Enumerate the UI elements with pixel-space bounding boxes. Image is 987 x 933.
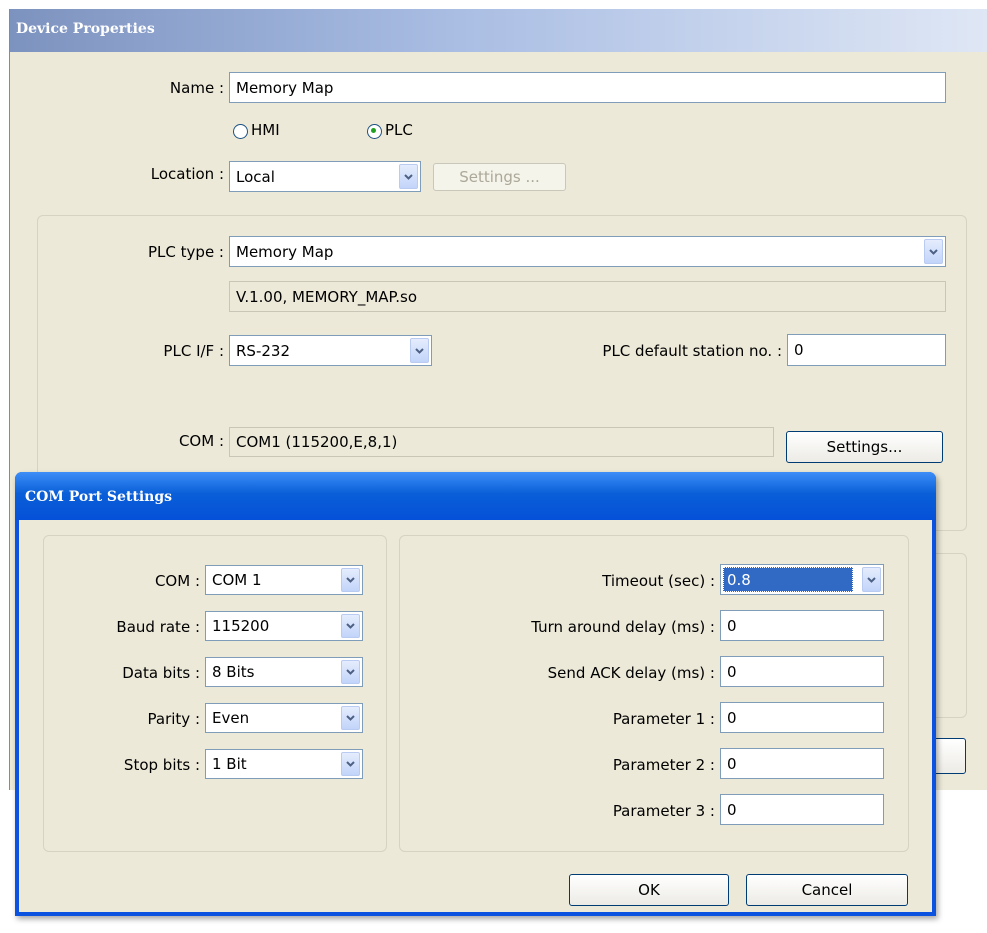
location-settings-button[interactable]: Settings ... [433,163,566,191]
stop-bits-label: Stop bits : [123,756,200,774]
turnaround-delay-label: Turn around delay (ms) : [531,618,715,636]
plc-type-select[interactable]: Memory Map [229,236,946,267]
parity-label: Parity : [147,710,200,728]
turnaround-delay-input[interactable]: 0 [720,610,884,641]
location-select-value: Local [236,167,275,186]
name-input-value: Memory Map [236,78,334,97]
chevron-down-icon [399,164,418,189]
stop-bits-select-value: 1 Bit [212,755,247,773]
com-settings-button[interactable]: Settings... [786,431,943,463]
plc-radio-circle [367,124,382,139]
baud-rate-select[interactable]: 115200 [205,611,363,641]
hmi-radio-circle [233,124,248,139]
parameter-1-input[interactable]: 0 [720,702,884,733]
station-input[interactable]: 0 [787,334,946,366]
turnaround-delay-value: 0 [727,616,737,635]
name-input[interactable]: Memory Map [229,72,946,103]
chevron-down-icon [862,567,881,592]
hmi-radio[interactable]: HMI [233,121,313,141]
station-label: PLC default station no. : [602,342,782,360]
parameter-2-label: Parameter 2 : [612,756,715,774]
chevron-down-icon [410,338,429,363]
send-ack-delay-label: Send ACK delay (ms) : [547,664,715,682]
cancel-button[interactable]: Cancel [746,874,908,906]
device-properties-titlebar: Device Properties [10,9,987,52]
chevron-down-icon [341,752,360,776]
ok-button[interactable]: OK [569,874,729,906]
chevron-down-icon [341,706,360,730]
parameter-3-value: 0 [727,800,737,819]
plc-type-label: PLC type : [148,243,224,261]
plc-if-select[interactable]: RS-232 [229,335,432,366]
parameter-3-label: Parameter 3 : [612,802,715,820]
send-ack-delay-input[interactable]: 0 [720,656,884,687]
plc-type-select-value: Memory Map [236,242,334,261]
chevron-down-icon [341,614,360,638]
timeout-select[interactable]: 0.8 [720,564,884,595]
chevron-down-icon [341,568,360,592]
plc-if-label: PLC I/F : [163,342,224,360]
com-display-text: COM1 (115200,E,8,1) [236,433,398,451]
plc-radio-selected-dot [371,128,376,133]
parameter-2-input[interactable]: 0 [720,748,884,779]
com-port-titlebar: COM Port Settings [15,472,936,520]
parity-select[interactable]: Even [205,703,363,733]
plc-if-select-value: RS-232 [236,341,290,360]
plc-driver-info-text: V.1.00, MEMORY_MAP.so [236,287,417,306]
com-display: COM1 (115200,E,8,1) [229,427,774,457]
stop-bits-select[interactable]: 1 Bit [205,749,363,779]
plc-driver-info: V.1.00, MEMORY_MAP.so [229,281,946,312]
data-bits-label: Data bits : [122,664,200,682]
name-label: Name : [169,79,224,97]
location-select[interactable]: Local [229,161,421,192]
chevron-down-icon [924,239,943,264]
com-port-label: COM : [154,572,200,590]
location-label: Location : [150,165,224,183]
timeout-label: Timeout (sec) : [602,572,715,590]
station-input-value: 0 [794,341,804,359]
plc-radio[interactable]: PLC [367,121,447,141]
baud-rate-label: Baud rate : [116,618,200,636]
com-port-select[interactable]: COM 1 [205,565,363,595]
com-port-select-value: COM 1 [212,571,262,589]
send-ack-delay-value: 0 [727,662,737,681]
device-properties-title: Device Properties [16,21,155,37]
baud-rate-select-value: 115200 [212,617,270,635]
timeout-select-value: 0.8 [727,570,751,589]
com-label: COM : [178,432,224,450]
plc-radio-label: PLC [385,121,413,139]
data-bits-select[interactable]: 8 Bits [205,657,363,687]
com-port-title: COM Port Settings [25,489,173,505]
parameter-1-value: 0 [727,708,737,727]
parameter-1-label: Parameter 1 : [612,710,715,728]
chevron-down-icon [341,660,360,684]
parameter-3-input[interactable]: 0 [720,794,884,825]
parity-select-value: Even [212,709,250,727]
data-bits-select-value: 8 Bits [212,663,255,681]
parameter-2-value: 0 [727,754,737,773]
hmi-radio-label: HMI [251,121,280,139]
